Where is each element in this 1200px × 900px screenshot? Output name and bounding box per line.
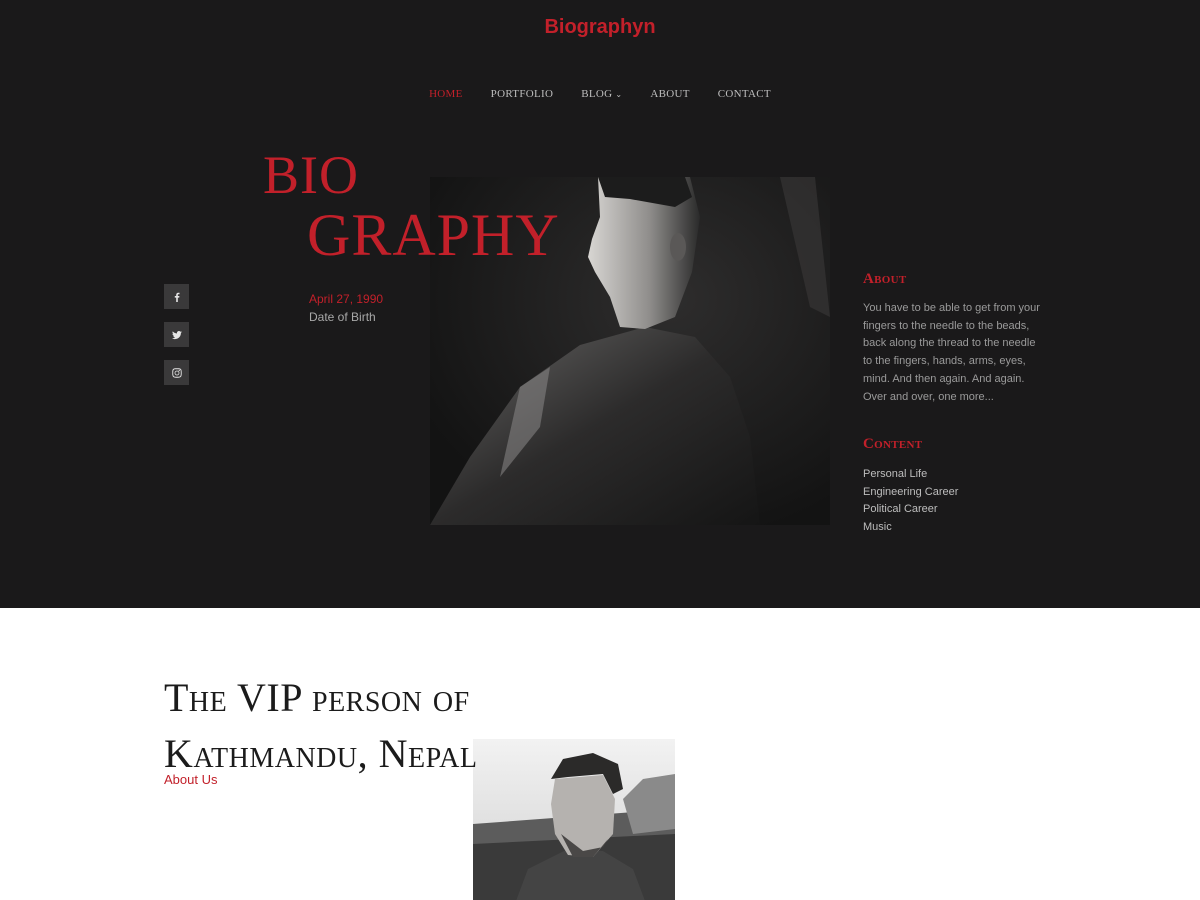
nav-item-home[interactable]: HOME — [429, 88, 463, 100]
vip-section: The VIP person of Kathmandu, Nepal About… — [0, 608, 1200, 900]
twitter-icon — [171, 330, 182, 339]
hero-section: Biographyn HOME PORTFOLIO BLOG ⌄ ABOUT C… — [0, 0, 1200, 608]
content-heading: Content — [863, 436, 923, 452]
hero-title-line2: GRAPHY — [307, 202, 560, 268]
section-title: The VIP person of Kathmandu, Nepal — [164, 675, 478, 776]
instagram-button[interactable] — [164, 360, 189, 385]
content-list: Personal Life Engineering Career Politic… — [863, 466, 958, 537]
site-title-link[interactable]: Biographyn — [0, 16, 1200, 39]
nav-item-contact[interactable]: CONTACT — [718, 88, 771, 100]
facebook-button[interactable] — [164, 284, 189, 309]
content-item-music[interactable]: Music — [863, 519, 958, 537]
facebook-icon — [174, 292, 179, 302]
nav-item-blog[interactable]: BLOG ⌄ — [581, 88, 622, 100]
instagram-icon — [171, 367, 182, 378]
main-nav: HOME PORTFOLIO BLOG ⌄ ABOUT CONTACT — [0, 88, 1200, 100]
content-item-engineering-career[interactable]: Engineering Career — [863, 484, 958, 502]
nav-item-about[interactable]: ABOUT — [650, 88, 689, 100]
chevron-down-icon: ⌄ — [615, 90, 623, 99]
content-item-personal-life[interactable]: Personal Life — [863, 466, 958, 484]
twitter-button[interactable] — [164, 322, 189, 347]
about-text: You have to be able to get from your fin… — [863, 302, 1040, 403]
hero-title-line1: BIO — [263, 145, 359, 205]
dob-date: April 27, 1990 — [309, 292, 384, 306]
nav-item-blog-label: BLOG — [581, 88, 613, 100]
nav-item-portfolio[interactable]: PORTFOLIO — [491, 88, 554, 100]
content-item-political-career[interactable]: Political Career — [863, 501, 958, 519]
about-heading: About — [863, 271, 907, 287]
dob-label: Date of Birth — [309, 310, 376, 324]
